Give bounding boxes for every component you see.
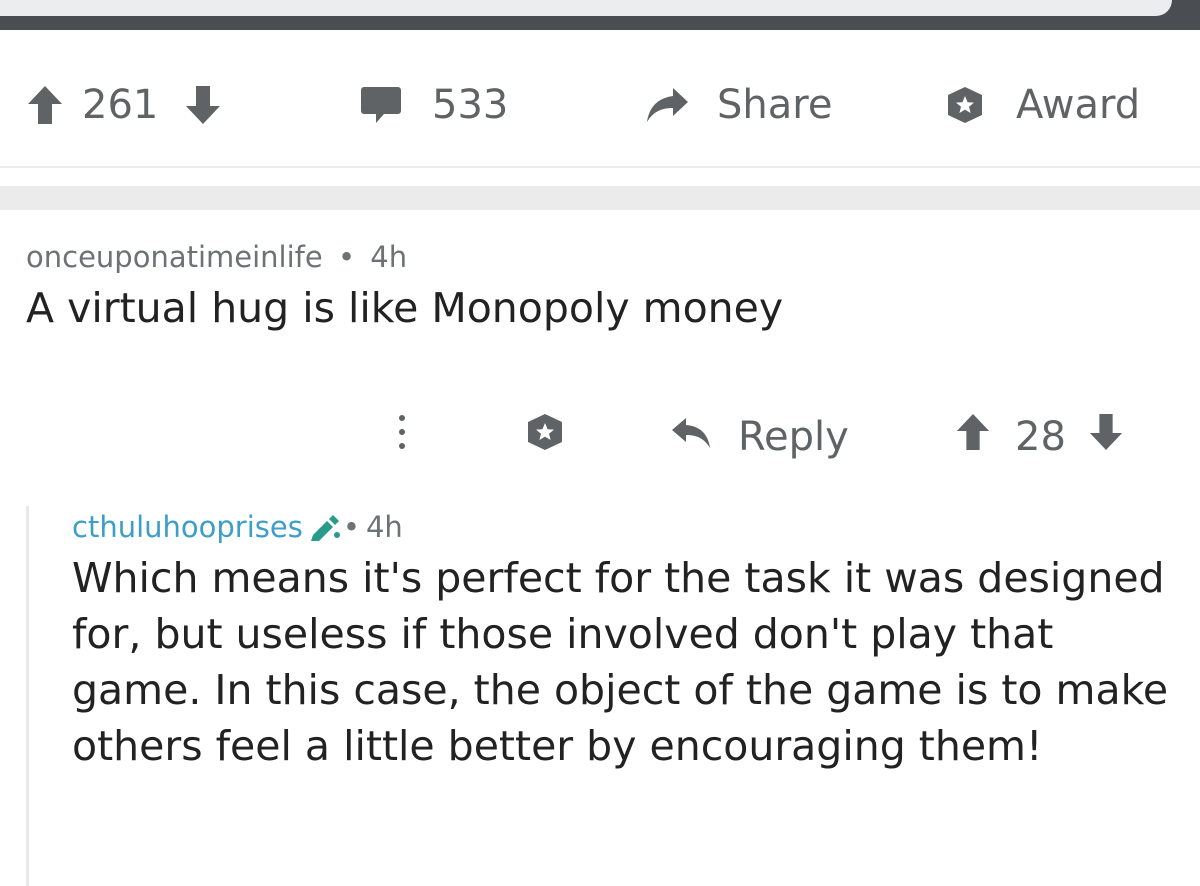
post-action-bar: 261 533 Share Award — [0, 30, 1200, 168]
more-options-button[interactable] — [395, 410, 409, 464]
arrow-down-icon[interactable] — [184, 84, 222, 126]
share-label: Share — [717, 82, 833, 128]
comment-action-bar: Reply 28 — [0, 410, 1200, 464]
reply-meta: cthuluhooprises • 4h — [72, 510, 1182, 544]
award-star-icon — [524, 411, 566, 463]
comment: onceuponatimeinlife • 4h A virtual hug i… — [26, 240, 783, 332]
arrow-down-icon[interactable] — [1088, 412, 1124, 462]
upvote-count: 261 — [82, 82, 159, 128]
section-divider — [0, 186, 1200, 210]
post-vote-control: 261 — [26, 78, 222, 132]
post-card — [0, 0, 1172, 16]
meta-separator: • — [337, 240, 356, 274]
more-vertical-icon — [395, 412, 409, 462]
arrow-up-icon[interactable] — [955, 412, 991, 462]
comment-body: A virtual hug is like Monopoly money — [26, 284, 784, 332]
reply-age: 4h — [365, 510, 403, 544]
comment-age: 4h — [370, 240, 408, 274]
comment-meta: onceuponatimeinlife • 4h — [26, 240, 783, 274]
award-button[interactable]: Award — [944, 78, 1140, 132]
comment-vote-control: 28 — [955, 410, 1124, 464]
pencil-icon — [309, 513, 341, 541]
comment-count: 533 — [432, 82, 509, 128]
reply-label: Reply — [738, 414, 849, 460]
comment-score: 28 — [1015, 414, 1066, 460]
reply-button[interactable]: Reply — [670, 410, 849, 464]
award-label: Award — [1016, 82, 1141, 128]
comment-bubble-icon — [360, 85, 402, 125]
reply-arrow-icon — [670, 414, 712, 460]
reply-body: Which means it's perfect for the task it… — [72, 554, 1169, 770]
arrow-up-icon[interactable] — [26, 84, 64, 126]
reply-author[interactable]: cthuluhooprises — [72, 510, 303, 544]
comments-button[interactable]: 533 — [360, 78, 508, 132]
reply-comment: cthuluhooprises • 4h Which means it's pe… — [72, 510, 1182, 774]
award-star-icon — [944, 84, 986, 126]
meta-separator: • — [342, 510, 360, 544]
thread-line[interactable] — [26, 506, 29, 886]
comment-author[interactable]: onceuponatimeinlife — [26, 240, 323, 274]
share-button[interactable]: Share — [645, 78, 832, 132]
comment-award-button[interactable] — [524, 410, 566, 464]
share-arrow-icon — [645, 86, 689, 124]
